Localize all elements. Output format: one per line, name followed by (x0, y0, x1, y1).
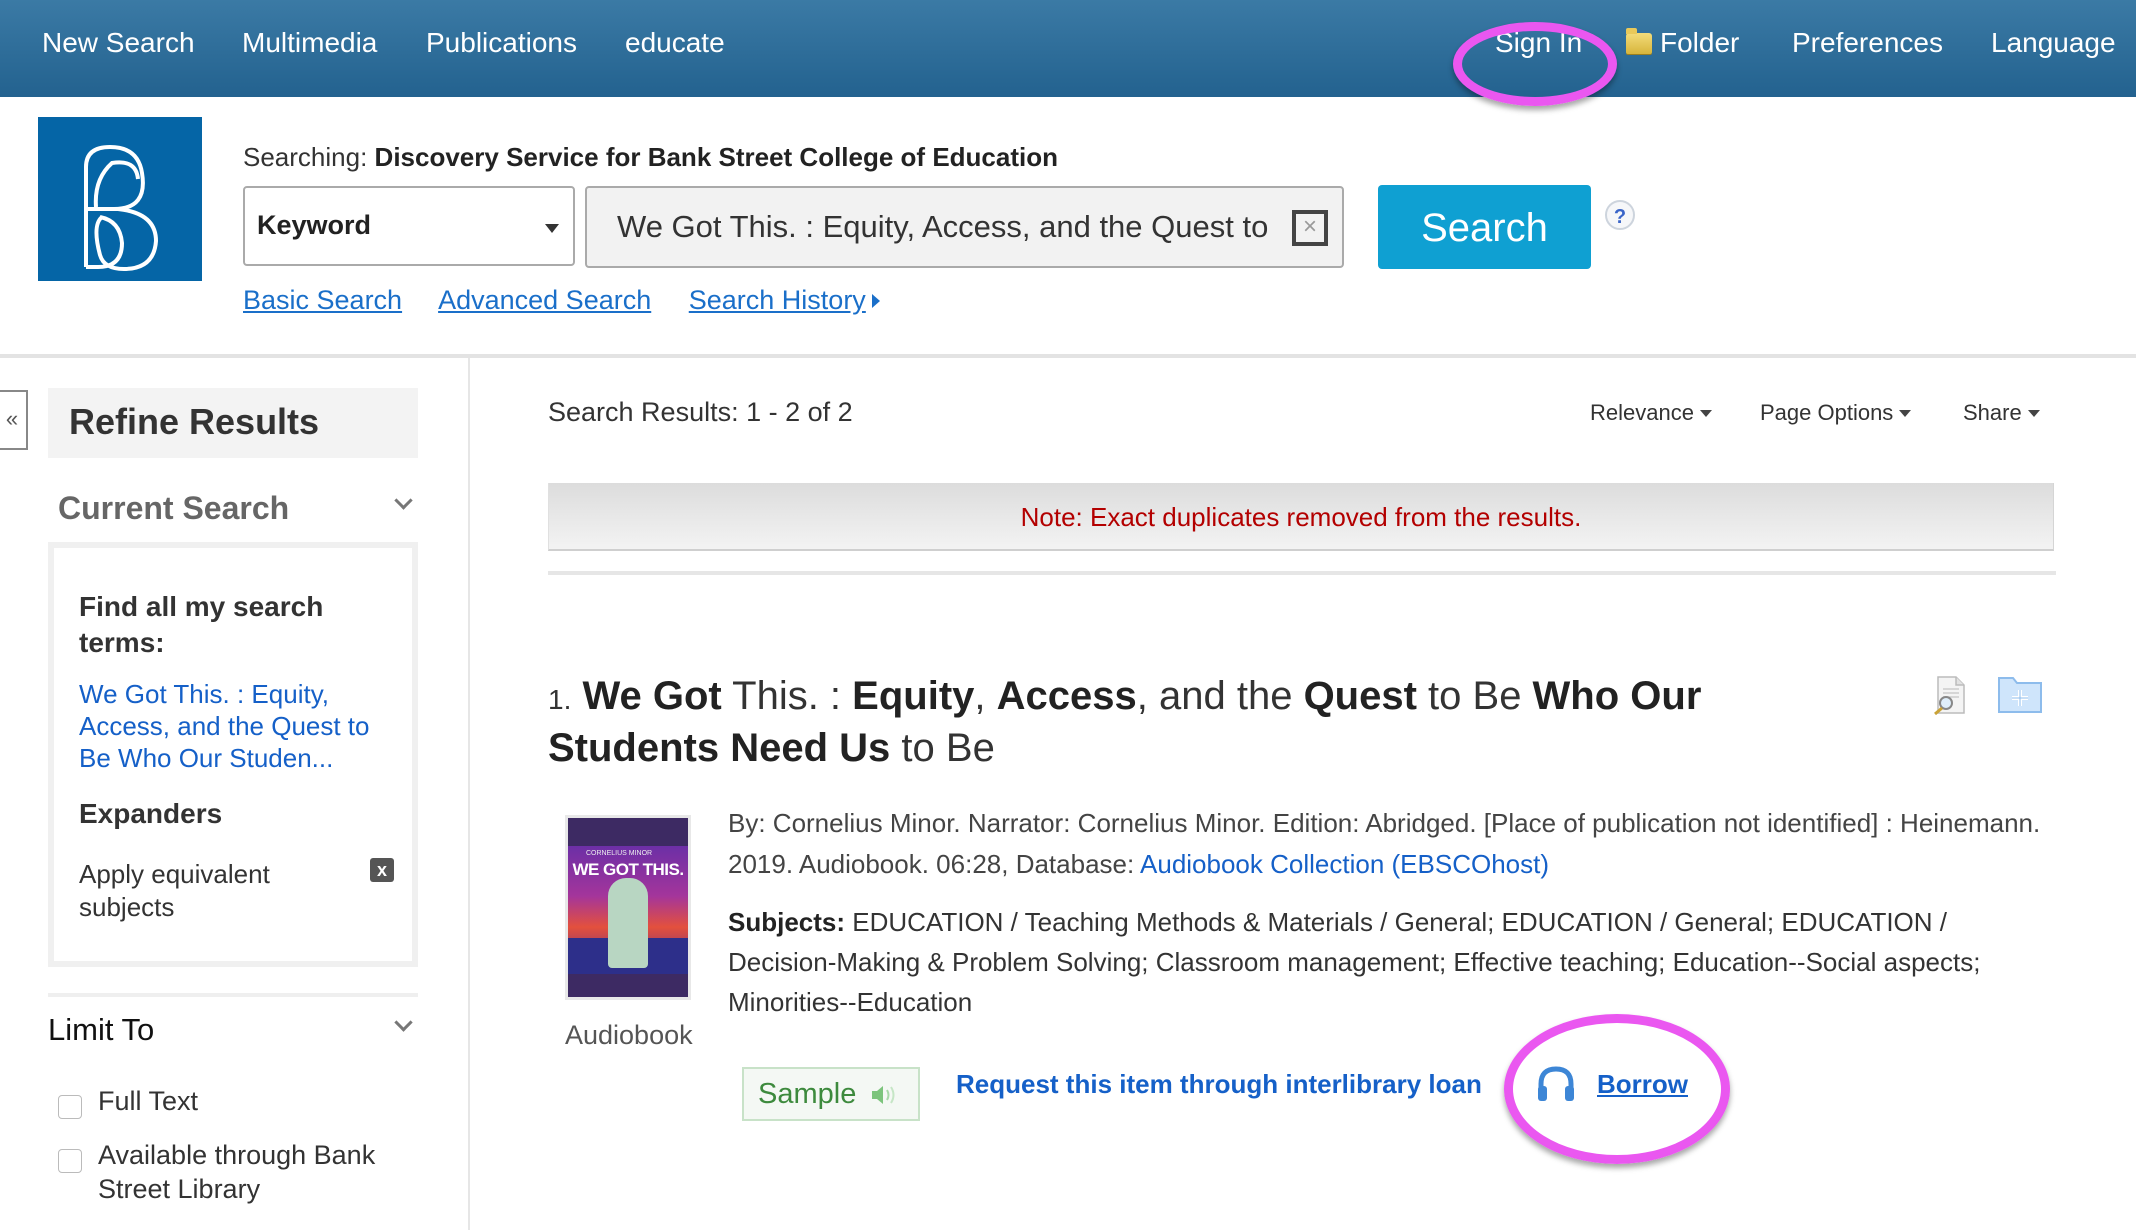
title-part: Access (996, 674, 1137, 718)
top-nav-bar: New Search Multimedia Publications educa… (0, 0, 2136, 97)
title-part: This. : (721, 674, 853, 718)
search-links: Basic Search Advanced Search Search Hist… (243, 285, 880, 316)
sort-relevance-dropdown[interactable]: Relevance (1590, 400, 1712, 426)
title-part: Equity (852, 674, 975, 718)
sidebar-border (468, 358, 470, 1230)
chevron-down-icon[interactable] (394, 1013, 413, 1032)
chevron-down-icon[interactable] (394, 491, 413, 510)
dropdown-caret-icon (545, 224, 559, 233)
duplicates-note: Note: Exact duplicates removed from the … (548, 483, 2054, 551)
expanders-label: Expanders (79, 798, 223, 829)
book-cover-thumbnail[interactable]: CORNELIUS MINOR WE GOT THIS. (565, 815, 691, 1000)
search-history-link[interactable]: Search History (689, 285, 866, 315)
result-details: By: Cornelius Minor. Narrator: Cornelius… (728, 803, 2048, 885)
results-separator (548, 571, 2056, 575)
full-text-checkbox[interactable] (58, 1095, 82, 1119)
collapse-sidebar-button[interactable]: « (0, 390, 28, 450)
search-button[interactable]: Search (1378, 185, 1591, 269)
logo-b-icon (84, 144, 159, 272)
expand-arrow-icon (871, 294, 880, 308)
page-options-label: Page Options (1760, 400, 1894, 425)
cover-figure (608, 878, 648, 968)
share-dropdown[interactable]: Share (1963, 400, 2040, 426)
nav-publications[interactable]: Publications (426, 27, 577, 59)
search-field-value: Keyword (257, 210, 372, 240)
nav-educate[interactable]: educate (625, 27, 725, 59)
nav-preferences[interactable]: Preferences (1792, 27, 1943, 59)
speaker-icon (872, 1086, 895, 1104)
dropdown-caret-icon (1699, 410, 1712, 417)
refine-results-header: Refine Results (48, 388, 418, 458)
title-part: We Got (582, 674, 722, 718)
relevance-label: Relevance (1590, 400, 1694, 425)
expander-item: Apply equivalent subjects (79, 859, 270, 922)
search-query-box: × (585, 186, 1344, 268)
nav-multimedia[interactable]: Multimedia (242, 27, 377, 59)
advanced-search-link[interactable]: Advanced Search (438, 285, 651, 315)
page-options-dropdown[interactable]: Page Options (1760, 400, 1912, 426)
result-title: 1. We Got This. : Equity, Access, and th… (548, 672, 1748, 773)
database-link[interactable]: Audiobook Collection (EBSCOhost) (1140, 849, 1549, 879)
nav-new-search[interactable]: New Search (42, 27, 195, 59)
available-library-label: Available through Bank Street Library (98, 1140, 376, 1204)
remove-expander-button[interactable]: x (370, 858, 394, 882)
basic-search-link[interactable]: Basic Search (243, 285, 402, 315)
headphones-icon (1538, 1066, 1574, 1101)
nav-sign-in[interactable]: Sign In (1495, 27, 1582, 59)
title-part: , (974, 674, 997, 718)
dropdown-caret-icon (1899, 410, 1912, 417)
nav-folder-label: Folder (1660, 27, 1740, 58)
result-number: 1. (548, 684, 572, 715)
searching-prefix: Searching: (243, 142, 368, 172)
current-search-heading[interactable]: Current Search (58, 490, 289, 527)
current-search-box: Find all my search terms: We Got This. :… (48, 542, 418, 967)
result-title-link[interactable]: We Got This. : Equity, Access, and the Q… (548, 674, 1701, 770)
share-label: Share (1963, 400, 2022, 425)
nav-folder[interactable]: Folder (1626, 27, 1739, 59)
search-input[interactable] (617, 202, 1277, 252)
available-library-checkbox[interactable] (58, 1149, 82, 1173)
dropdown-caret-icon (2027, 410, 2040, 417)
limit-to-heading[interactable]: Limit To (48, 1012, 154, 1048)
add-to-folder-icon[interactable] (1997, 674, 2043, 714)
result-subjects: Subjects: EDUCATION / Teaching Methods &… (728, 902, 2048, 1022)
borrow-link[interactable]: Borrow (1597, 1069, 1688, 1100)
cover-author: CORNELIUS MINOR (586, 850, 653, 857)
nav-language[interactable]: Language (1991, 27, 2116, 59)
title-part: Quest (1303, 674, 1417, 718)
subjects-text: EDUCATION / Teaching Methods & Materials… (728, 907, 1981, 1017)
limit-separator (48, 993, 418, 997)
results-count: Search Results: 1 - 2 of 2 (548, 397, 853, 427)
title-part: , and the (1136, 674, 1304, 718)
header-divider (0, 354, 2136, 358)
title-part: to Be (1416, 674, 1533, 718)
sample-label: Sample (758, 1078, 857, 1110)
preview-icon[interactable] (1932, 675, 1966, 715)
refine-results-title: Refine Results (69, 401, 320, 442)
title-part: to Be (890, 726, 995, 770)
interlibrary-loan-link[interactable]: Request this item through interlibrary l… (956, 1069, 1482, 1100)
folder-icon (1626, 28, 1652, 54)
searching-label: Searching: Discovery Service for Bank St… (243, 142, 1058, 173)
help-icon[interactable]: ? (1605, 200, 1635, 230)
sample-audio-button[interactable]: Sample (742, 1067, 920, 1121)
format-label: Audiobook (565, 1020, 693, 1050)
find-all-terms-label: Find all my search terms: (79, 591, 324, 658)
full-text-label: Full Text (98, 1086, 199, 1116)
search-field-select[interactable]: Keyword (243, 186, 575, 266)
clear-search-button[interactable]: × (1292, 210, 1328, 246)
subjects-label: Subjects: (728, 907, 846, 937)
cover-title: WE GOT THIS. (572, 860, 684, 879)
current-query-link[interactable]: We Got This. : Equity, Access, and the Q… (79, 678, 399, 774)
bank-street-logo[interactable] (38, 117, 202, 281)
searching-target: Discovery Service for Bank Street Colleg… (374, 142, 1058, 172)
